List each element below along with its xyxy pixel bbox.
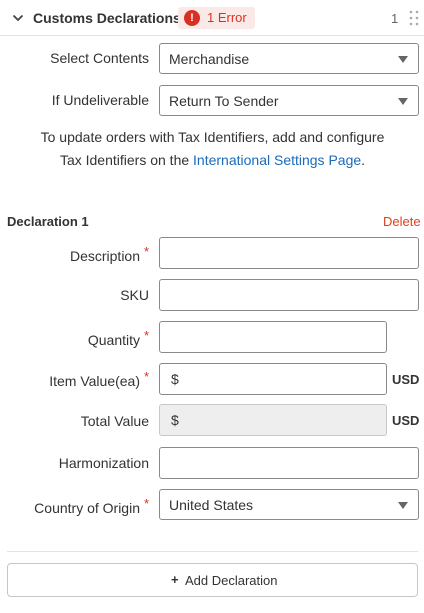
declaration-title: Declaration 1 xyxy=(7,214,89,229)
quantity-label: Quantity * xyxy=(87,328,149,348)
if-undeliverable-dropdown[interactable]: Return To Sender xyxy=(159,85,419,116)
declaration-count: 1 xyxy=(391,11,399,26)
section-header[interactable]: Customs Declarations ! 1 Error 1 xyxy=(0,0,424,36)
select-contents-dropdown[interactable]: Merchandise xyxy=(159,43,419,74)
description-label: Description * xyxy=(69,244,149,264)
delete-declaration-link[interactable]: Delete xyxy=(383,214,421,229)
total-value-field: $ xyxy=(159,404,387,436)
quantity-input[interactable] xyxy=(159,321,387,353)
error-count-text: 1 Error xyxy=(207,10,247,25)
error-icon: ! xyxy=(184,10,200,26)
add-declaration-label: Add Declaration xyxy=(185,573,278,588)
chevron-down-icon[interactable] xyxy=(12,12,24,24)
total-value-label: Total Value xyxy=(80,413,149,429)
description-input[interactable] xyxy=(159,237,419,269)
total-value-unit: USD xyxy=(392,413,420,428)
drag-handle-icon[interactable] xyxy=(409,10,419,26)
divider xyxy=(7,551,418,552)
harmonization-label: Harmonization xyxy=(58,455,149,471)
if-undeliverable-label: If Undeliverable xyxy=(51,92,149,108)
tax-identifier-info: To update orders with Tax Identifiers, a… xyxy=(40,126,385,172)
required-asterisk: * xyxy=(143,496,149,511)
add-declaration-button[interactable]: + Add Declaration xyxy=(7,563,418,597)
caret-down-icon xyxy=(398,98,408,105)
select-contents-value: Merchandise xyxy=(169,51,250,67)
caret-down-icon xyxy=(398,502,408,509)
caret-down-icon xyxy=(398,56,408,63)
if-undeliverable-value: Return To Sender xyxy=(169,93,279,109)
required-asterisk: * xyxy=(143,244,149,259)
country-of-origin-value: United States xyxy=(169,497,254,513)
item-value-input[interactable]: $ xyxy=(159,363,387,395)
sku-input[interactable] xyxy=(159,279,419,311)
error-badge: ! 1 Error xyxy=(178,7,255,29)
section-title: Customs Declarations xyxy=(33,10,181,26)
required-asterisk: * xyxy=(143,369,149,384)
currency-prefix: $ xyxy=(171,412,179,428)
country-of-origin-label: Country of Origin * xyxy=(34,496,149,516)
item-value-label: Item Value(ea) * xyxy=(49,369,149,389)
plus-icon: + xyxy=(171,572,179,587)
required-asterisk: * xyxy=(143,328,149,343)
info-suffix: . xyxy=(361,152,366,168)
currency-prefix: $ xyxy=(171,371,179,387)
select-contents-label: Select Contents xyxy=(50,50,149,66)
item-value-unit: USD xyxy=(392,372,420,387)
country-of-origin-dropdown[interactable]: United States xyxy=(159,489,419,520)
international-settings-link[interactable]: International Settings Page xyxy=(193,152,361,168)
sku-label: SKU xyxy=(120,287,149,303)
harmonization-input[interactable] xyxy=(159,447,419,479)
